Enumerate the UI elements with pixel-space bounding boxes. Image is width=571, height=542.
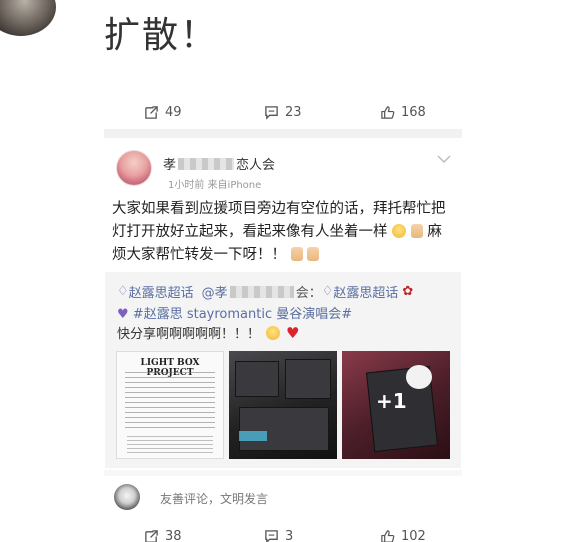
mention-prefix[interactable]: @孝 — [202, 282, 228, 301]
image-thumbnail-3[interactable]: +1 — [342, 351, 450, 459]
like-count: 168 — [401, 104, 426, 120]
chevron-down-icon[interactable] — [437, 154, 451, 164]
comment-icon — [265, 105, 278, 120]
author-name-prefix: 孝 — [163, 158, 177, 173]
divider — [104, 470, 462, 476]
mention-suffix: 会： — [295, 286, 322, 301]
praying-hands-icon — [290, 247, 303, 261]
hashtag-line[interactable]: ♥ #赵露思 stayromantic 曼谷演唱会# — [117, 303, 352, 322]
repost-icon — [145, 105, 158, 119]
hashtag-link[interactable]: #赵露思 stayromantic 曼谷演唱会# — [133, 307, 352, 322]
purple-heart-icon: ♥ — [117, 307, 129, 322]
avatar[interactable] — [0, 0, 56, 36]
like-button[interactable]: 102 — [380, 529, 426, 542]
author-name-suffix: 恋人会 — [236, 158, 276, 173]
comment-input[interactable]: 友善评论，文明发言 — [160, 490, 268, 507]
reposted-content[interactable]: ♢ 赵露思超话 @孝 会： ♢ 赵露思超话 ✿ ♥ #赵露思 stayroman… — [105, 272, 461, 468]
lightbox-label — [239, 431, 267, 441]
crown-emoji-icon — [266, 325, 281, 340]
like-icon — [381, 105, 395, 119]
share-line: 快分享啊啊啊啊啊！！！ ♥ — [117, 323, 300, 343]
repost-count: 49 — [165, 104, 182, 120]
repost-count: 38 — [165, 528, 182, 542]
heart-icon: ♥ — [286, 323, 300, 342]
image-thumbnail-1[interactable]: LIGHT BOX PROJECT — [116, 351, 224, 459]
repost-source-line: ♢ 赵露思超话 @孝 会： ♢ 赵露思超话 ✿ — [117, 282, 413, 301]
post-meta: 1小时前 来自iPhone — [168, 180, 262, 191]
author-avatar[interactable] — [116, 150, 152, 186]
user-avatar — [114, 484, 140, 510]
like-count: 102 — [401, 528, 426, 542]
plus-one-overlay: +1 — [376, 389, 407, 413]
comment-button[interactable]: 23 — [264, 105, 302, 120]
supertopic-link-2[interactable]: 赵露思超话 — [333, 282, 398, 301]
like-icon — [381, 529, 395, 542]
repost-button[interactable]: 49 — [144, 105, 182, 120]
mention-blurred — [229, 285, 294, 298]
poster-text-lines — [127, 436, 213, 456]
rose-icon: ✿ — [402, 284, 414, 299]
post-text-header: 扩散！ — [104, 15, 219, 56]
image-thumbnail-2[interactable] — [229, 351, 337, 459]
bunny-figure — [406, 365, 432, 389]
lightbox-panel — [285, 359, 331, 399]
comment-button[interactable]: 3 — [264, 529, 293, 542]
action-bar-bottom: 38 3 102 — [104, 521, 462, 542]
comment-count: 23 — [285, 104, 302, 120]
praying-hands-icon — [410, 224, 423, 238]
post-body: 大家如果看到应援项目旁边有空位的话，拜托帮忙把灯打开放好立起来，看起来像有人坐着… — [112, 198, 456, 267]
like-button[interactable]: 168 — [380, 105, 426, 120]
praying-hands-icon — [307, 247, 320, 261]
supertopic-link[interactable]: 赵露思超话 — [129, 282, 194, 301]
author-name[interactable]: 孝 恋人会 — [163, 154, 275, 173]
author-name-blurred — [178, 157, 235, 170]
lightbox-panel — [235, 361, 279, 397]
divider — [104, 129, 462, 138]
poster-text-lines — [125, 372, 215, 430]
repost-icon — [145, 529, 158, 542]
supertopic-icon: ♢ — [321, 284, 334, 299]
action-bar-top: 49 23 168 — [104, 97, 462, 127]
comment-count: 3 — [285, 528, 294, 542]
repost-button[interactable]: 38 — [144, 529, 182, 542]
share-text: 快分享啊啊啊啊啊！！！ — [117, 327, 261, 342]
lightbox-panel — [239, 407, 329, 451]
supertopic-icon: ♢ — [117, 284, 129, 299]
crying-emoji-icon — [392, 224, 407, 238]
comment-icon — [265, 529, 278, 542]
